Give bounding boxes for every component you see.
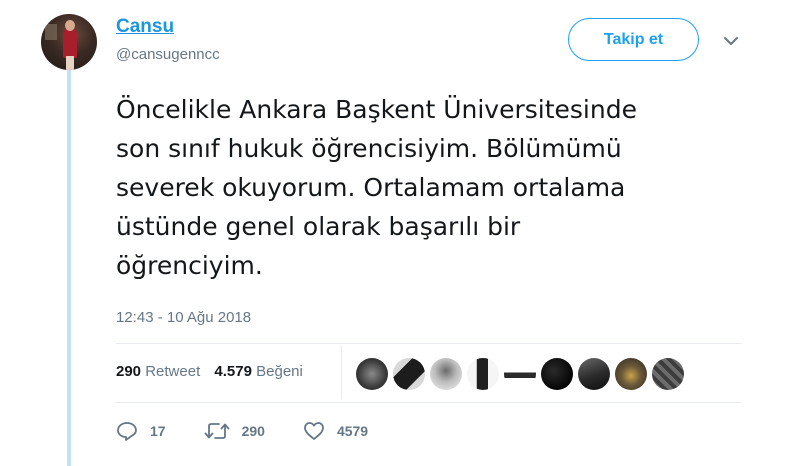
tweet-text: Öncelikle Ankara Başkent Üniversitesinde…	[116, 90, 756, 285]
avatar[interactable]	[41, 14, 97, 70]
follow-button[interactable]: Takip et	[568, 18, 699, 61]
retweet-icon	[204, 423, 229, 439]
liker-avatar-4[interactable]	[467, 358, 499, 390]
divider	[116, 343, 742, 344]
liker-avatar-2[interactable]	[393, 358, 425, 390]
retweet-stat-count[interactable]: 290	[116, 363, 141, 380]
like-button[interactable]: 4579	[303, 421, 368, 441]
tweet-timestamp[interactable]: 12:43 - 10 Ağu 2018	[116, 309, 251, 326]
retweet-stat-label[interactable]: Retweet	[145, 363, 200, 380]
tweet-text-line: öğrenciyim.	[116, 251, 263, 280]
liker-avatars	[356, 358, 684, 390]
tweet-text-line: severek okuyorum. Ortalamam ortalama	[116, 173, 626, 202]
divider	[116, 402, 742, 403]
liker-avatar-5[interactable]	[504, 358, 536, 390]
tweet-text-line: üstünde genel olarak başarılı bir	[116, 212, 521, 241]
liker-avatar-9[interactable]	[652, 358, 684, 390]
liker-avatar-6[interactable]	[541, 358, 573, 390]
liker-avatar-1[interactable]	[356, 358, 388, 390]
reply-icon	[117, 422, 137, 441]
thread-line	[67, 70, 71, 466]
heart-icon	[304, 422, 324, 440]
like-action-count: 4579	[336, 423, 369, 439]
reply-button[interactable]: 17	[116, 421, 166, 441]
tweet-text-line: son sınıf hukuk öğrencisiyim. Bölümümü	[116, 134, 622, 163]
like-stat-label[interactable]: Beğeni	[256, 363, 303, 380]
chevron-down-icon[interactable]	[720, 30, 742, 52]
like-stat-count[interactable]: 4.579	[214, 363, 252, 380]
tweet-text-line: Öncelikle Ankara Başkent Üniversitesinde	[116, 95, 637, 124]
tweet-actions: 17 290 4579	[116, 421, 406, 441]
tweet-stats: 290 Retweet 4.579 Beğeni	[116, 363, 303, 380]
liker-avatar-3[interactable]	[430, 358, 462, 390]
liker-avatar-7[interactable]	[578, 358, 610, 390]
stats-separator	[341, 346, 342, 399]
retweet-button[interactable]: 290	[204, 421, 265, 441]
retweet-action-count: 290	[241, 423, 265, 439]
author-display-name[interactable]: Cansu	[116, 16, 174, 38]
author-handle[interactable]: @cansugenncc	[116, 46, 220, 63]
liker-avatar-8[interactable]	[615, 358, 647, 390]
reply-count: 17	[150, 423, 166, 439]
